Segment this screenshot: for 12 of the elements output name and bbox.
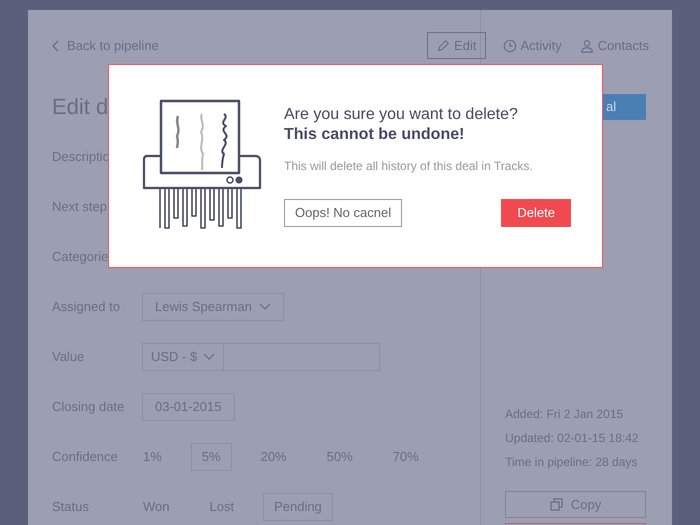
delete-button[interactable]: Delete	[501, 199, 571, 227]
dialog-question: Are you sure you want to delete?	[284, 105, 519, 125]
dialog-note: This will delete all history of this deal in Tracks.	[284, 158, 534, 175]
user-icon	[580, 38, 594, 53]
chevron-down-icon	[203, 352, 215, 360]
pencil-icon	[436, 38, 450, 53]
clock-icon	[502, 38, 517, 53]
chevron-left-icon	[52, 40, 59, 52]
chevron-down-icon	[259, 302, 271, 310]
dialog-warning: This cannot be undone!	[284, 125, 466, 145]
cancel-button[interactable]: Oops! No cacnel	[284, 199, 402, 227]
copy-icon	[550, 498, 563, 512]
